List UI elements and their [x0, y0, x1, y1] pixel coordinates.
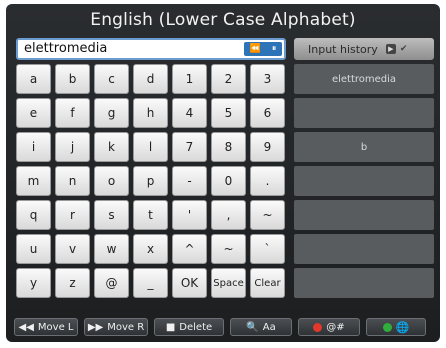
globe-icon: 🌐: [395, 320, 410, 334]
delete-label: Delete: [179, 321, 213, 333]
key-button[interactable]: 9: [250, 132, 285, 162]
key-button[interactable]: ,: [211, 200, 246, 230]
red-button-icon: [313, 322, 323, 332]
key-button[interactable]: s: [94, 200, 129, 230]
key-button[interactable]: 5: [211, 98, 246, 128]
history-item[interactable]: [294, 200, 434, 230]
key-button[interactable]: 6: [250, 98, 285, 128]
key-button[interactable]: g: [94, 98, 129, 128]
key-button[interactable]: _: [133, 268, 168, 298]
key-grid: a b c d 1 2 3 e f g h 4 5 6 i j k l 7 8 9 m n o p -0. q r s t ', ~ u v w x ^…: [16, 64, 288, 298]
key-button[interactable]: 1: [172, 64, 207, 94]
key-button[interactable]: c: [94, 64, 129, 94]
pause-icon[interactable]: ⏸: [272, 44, 277, 54]
move-right-label: Move R: [107, 321, 145, 333]
key-button[interactable]: l: [133, 132, 168, 162]
key-button[interactable]: 0: [211, 166, 246, 196]
check-icon: ✔: [399, 44, 408, 54]
input-history-label: Input history: [308, 42, 378, 56]
play-icon: ▶: [385, 44, 396, 54]
case-toggle-button[interactable]: 🔍 Aa: [230, 318, 292, 336]
key-button[interactable]: z: [55, 268, 90, 298]
zoom-icon: 🔍: [246, 321, 259, 333]
key-button[interactable]: q: [16, 200, 51, 230]
key-button[interactable]: t: [133, 200, 168, 230]
green-button-icon: [382, 322, 392, 332]
key-button[interactable]: `: [250, 234, 285, 264]
symbols-label: @#: [326, 321, 345, 333]
symbols-button[interactable]: @#: [298, 318, 360, 336]
key-button[interactable]: Clear: [250, 268, 285, 298]
input-controls[interactable]: ⏪ ⏸: [244, 42, 282, 56]
input-history-header[interactable]: Input history ▶ ✔: [294, 38, 434, 60]
dialog-title: English (Lower Case Alphabet): [90, 10, 356, 30]
input-history-panel: Input history ▶ ✔ elettromedia b: [294, 38, 434, 298]
key-button[interactable]: 3: [250, 64, 285, 94]
key-button[interactable]: h: [133, 98, 168, 128]
key-button[interactable]: a: [16, 64, 51, 94]
key-button[interactable]: i: [16, 132, 51, 162]
input-value: elettromedia: [24, 41, 108, 56]
key-button[interactable]: r: [55, 200, 90, 230]
key-button[interactable]: ~: [211, 234, 246, 264]
key-button[interactable]: u: [16, 234, 51, 264]
key-button[interactable]: OK: [172, 268, 207, 298]
key-button[interactable]: k: [94, 132, 129, 162]
history-item[interactable]: [294, 98, 434, 128]
key-button[interactable]: f: [55, 98, 90, 128]
key-button[interactable]: ^: [172, 234, 207, 264]
bottom-toolbar: ◀◀ Move L ▶▶ Move R ■ Delete 🔍 Aa @# 🌐: [14, 318, 432, 338]
rewind-icon: ◀◀: [18, 321, 34, 333]
move-left-label: Move L: [37, 321, 74, 333]
key-button[interactable]: p: [133, 166, 168, 196]
key-button[interactable]: 4: [172, 98, 207, 128]
key-button[interactable]: e: [16, 98, 51, 128]
delete-button[interactable]: ■ Delete: [154, 318, 224, 336]
text-input-field[interactable]: elettromedia ⏪ ⏸: [16, 38, 286, 60]
key-button[interactable]: -: [172, 166, 207, 196]
key-button[interactable]: v: [55, 234, 90, 264]
history-item[interactable]: elettromedia: [294, 64, 434, 94]
key-button[interactable]: 2: [211, 64, 246, 94]
key-button[interactable]: x: [133, 234, 168, 264]
key-button[interactable]: n: [55, 166, 90, 196]
move-right-button[interactable]: ▶▶ Move R: [84, 318, 148, 336]
onscreen-keyboard-dialog: English (Lower Case Alphabet) elettromed…: [6, 4, 440, 342]
rewind-icon[interactable]: ⏪: [250, 44, 261, 54]
history-item[interactable]: [294, 234, 434, 264]
fast-forward-icon: ▶▶: [87, 321, 104, 333]
key-button[interactable]: Space: [211, 268, 246, 298]
history-item[interactable]: b: [294, 132, 434, 162]
key-button[interactable]: y: [16, 268, 51, 298]
key-button[interactable]: 7: [172, 132, 207, 162]
key-button[interactable]: @: [94, 268, 129, 298]
case-label: Aa: [262, 321, 276, 333]
key-button[interactable]: .: [250, 166, 285, 196]
key-button[interactable]: ~: [250, 200, 285, 230]
language-button[interactable]: 🌐: [366, 318, 426, 336]
key-button[interactable]: ': [172, 200, 207, 230]
history-item[interactable]: [294, 166, 434, 196]
key-button[interactable]: m: [16, 166, 51, 196]
key-button[interactable]: b: [55, 64, 90, 94]
stop-icon: ■: [165, 321, 176, 333]
key-button[interactable]: d: [133, 64, 168, 94]
move-left-button[interactable]: ◀◀ Move L: [14, 318, 78, 336]
key-button[interactable]: w: [94, 234, 129, 264]
history-item[interactable]: [294, 268, 434, 298]
key-button[interactable]: o: [94, 166, 129, 196]
key-button[interactable]: 8: [211, 132, 246, 162]
key-button[interactable]: j: [55, 132, 90, 162]
